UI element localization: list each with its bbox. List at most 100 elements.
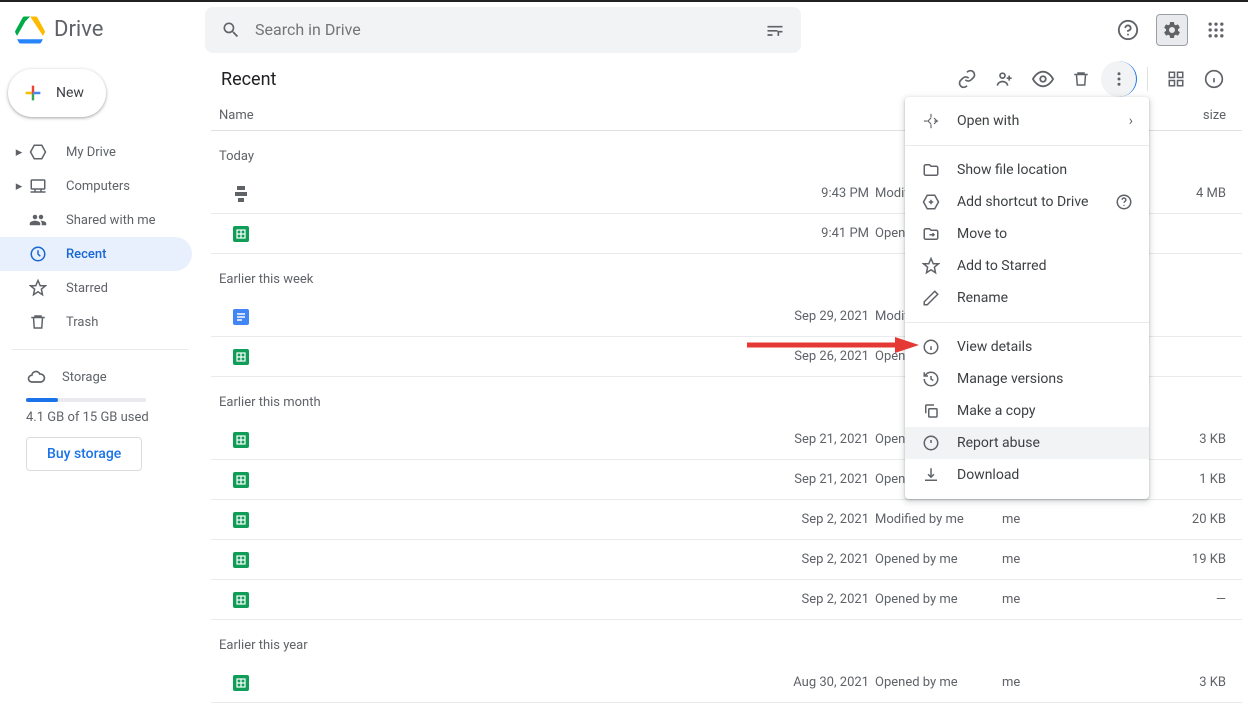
shortcut-icon [921, 193, 941, 211]
help-icon[interactable] [1108, 10, 1148, 50]
cloud-icon [26, 367, 46, 387]
file-size: 19 KB [1186, 552, 1226, 567]
file-size: — [1186, 592, 1226, 607]
get-link-icon[interactable] [949, 61, 985, 97]
menu-open-with[interactable]: Open with › [905, 105, 1149, 137]
storage-used-text: 4.1 GB of 15 GB used [26, 410, 200, 425]
caret-right-icon: ▸ [12, 179, 26, 194]
info-icon[interactable] [1196, 61, 1232, 97]
file-owner: me [964, 675, 1186, 690]
chevron-right-icon: › [1129, 113, 1133, 129]
sheets-icon [231, 349, 251, 365]
sheets-icon [231, 432, 251, 448]
search-icon[interactable] [221, 20, 241, 40]
file-row[interactable]: Sep 2, 2021Opened by meme— [211, 580, 1242, 620]
sidebar-item-starred[interactable]: Starred [0, 271, 192, 305]
file-action: Opened by me [869, 592, 964, 607]
file-row[interactable]: Sep 2, 2021Modified by meme20 KB [211, 500, 1242, 540]
recent-icon [26, 245, 50, 263]
pencil-icon [921, 289, 941, 307]
menu-rename[interactable]: Rename [905, 282, 1149, 314]
menu-manage-versions[interactable]: Manage versions [905, 363, 1149, 395]
col-name[interactable]: Name [219, 108, 779, 123]
sheets-icon [231, 512, 251, 528]
folder-icon [921, 161, 941, 179]
menu-make-copy[interactable]: Make a copy [905, 395, 1149, 427]
new-label: New [56, 85, 84, 101]
docs-icon [231, 309, 251, 325]
sidebar-item-trash[interactable]: Trash [0, 305, 192, 339]
sidebar-item-shared[interactable]: Shared with me [0, 203, 192, 237]
file-date: Sep 29, 2021 [779, 309, 869, 324]
menu-view-details[interactable]: View details [905, 331, 1149, 363]
file-date: Aug 30, 2021 [779, 675, 869, 690]
file-row[interactable]: Aug 30, 2021Opened by meme3 KB [211, 663, 1242, 703]
more-actions-icon[interactable] [1101, 61, 1137, 97]
menu-show-location[interactable]: Show file location [905, 154, 1149, 186]
sidebar-item-computers[interactable]: ▸ Computers [0, 169, 192, 203]
file-owner: me [964, 552, 1186, 567]
file-date: Sep 2, 2021 [779, 512, 869, 527]
group-label: Earlier this year [211, 620, 1242, 663]
search-input[interactable] [255, 20, 655, 39]
header: Drive [0, 2, 1248, 57]
help-icon[interactable] [1115, 193, 1133, 211]
file-date: 9:43 PM [779, 186, 869, 201]
file-date: Sep 21, 2021 [779, 432, 869, 447]
storage-label: Storage [62, 370, 107, 385]
menu-download[interactable]: Download [905, 459, 1149, 491]
sidebar-item-storage[interactable]: Storage [26, 360, 200, 394]
delete-icon[interactable] [1063, 61, 1099, 97]
apps-grid-icon[interactable] [1196, 10, 1236, 50]
file-date: Sep 2, 2021 [779, 552, 869, 567]
file-action: Opened by me [869, 552, 964, 567]
my-drive-icon [26, 143, 50, 161]
download-icon [921, 466, 941, 484]
sidebar-label: Trash [66, 315, 98, 330]
file-date: Sep 2, 2021 [779, 592, 869, 607]
file-date: Sep 21, 2021 [779, 472, 869, 487]
context-menu: Open with › Show file location Add short… [905, 97, 1149, 499]
computers-icon [26, 177, 50, 195]
file-date: Sep 26, 2021 [779, 349, 869, 364]
sidebar-label: Starred [66, 281, 108, 296]
sidebar-label: Recent [66, 247, 106, 262]
buy-storage-button[interactable]: Buy storage [26, 437, 142, 471]
preview-icon[interactable] [1025, 61, 1061, 97]
share-icon[interactable] [987, 61, 1023, 97]
grid-view-icon[interactable] [1158, 61, 1194, 97]
sidebar-item-my-drive[interactable]: ▸ My Drive [0, 135, 192, 169]
caret-right-icon: ▸ [12, 145, 26, 160]
page-title: Recent [221, 69, 276, 90]
app-name: Drive [54, 17, 103, 42]
sidebar-label: Shared with me [66, 213, 156, 228]
shared-icon [26, 211, 50, 229]
plus-icon [22, 82, 44, 104]
file-row[interactable]: Sep 2, 2021Opened by meme19 KB [211, 540, 1242, 580]
menu-move-to[interactable]: Move to [905, 218, 1149, 250]
file-size: 3 KB [1186, 675, 1226, 690]
forms-icon [231, 186, 251, 202]
storage-bar [26, 398, 146, 402]
new-button[interactable]: New [8, 69, 106, 117]
menu-add-shortcut[interactable]: Add shortcut to Drive [905, 186, 1149, 218]
file-owner: me [964, 592, 1186, 607]
settings-icon[interactable] [1156, 14, 1188, 46]
file-size: 1 KB [1186, 472, 1226, 487]
history-icon [921, 370, 941, 388]
file-action: Opened by me [869, 675, 964, 690]
star-icon [921, 257, 941, 275]
sheets-icon [231, 226, 251, 242]
sidebar-label: Computers [66, 179, 130, 194]
menu-add-starred[interactable]: Add to Starred [905, 250, 1149, 282]
file-owner: me [964, 512, 1186, 527]
star-icon [26, 279, 50, 297]
trash-icon [26, 313, 50, 331]
search-options-icon[interactable] [765, 20, 785, 40]
drive-logo-icon [12, 12, 48, 48]
search-bar[interactable] [205, 7, 801, 53]
logo-area[interactable]: Drive [12, 12, 205, 48]
sidebar-item-recent[interactable]: Recent [0, 237, 192, 271]
menu-report-abuse[interactable]: Report abuse [905, 427, 1149, 459]
open-with-icon [921, 112, 941, 130]
